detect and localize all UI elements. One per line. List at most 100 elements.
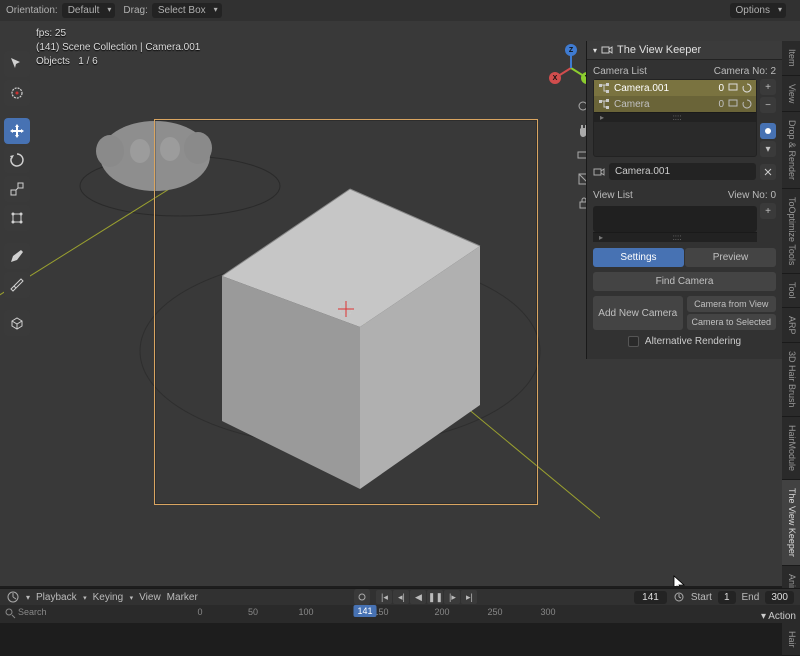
panel-title: The View Keeper [617, 44, 701, 56]
tab-settings[interactable]: Settings [593, 248, 684, 267]
header-bar: Orientation: Default Drag: Select Box Op… [0, 0, 800, 21]
move-tool[interactable] [4, 118, 30, 144]
camera-list-label: Camera List [593, 66, 647, 77]
drag-label: Drag: [123, 5, 147, 16]
drag-dropdown[interactable]: Select Box [152, 3, 222, 18]
camera-row[interactable]: Camera.001 0 [594, 80, 756, 96]
tick-label: 250 [487, 607, 502, 617]
view-list-label: View List [593, 190, 633, 201]
add-view-button[interactable]: + [760, 203, 776, 219]
vtab-view[interactable]: View [782, 76, 800, 112]
timeline: ▾ Playback Keying View Marker |◂ ◂| ◀ ❚❚… [0, 588, 800, 622]
orientation-dropdown[interactable]: Default [62, 3, 116, 18]
view-no-label: View No: [728, 190, 768, 201]
tick-label: 50 [248, 607, 258, 617]
camera-icon [593, 166, 605, 178]
timeline-editor-icon[interactable] [6, 590, 20, 604]
screen-icon[interactable] [728, 99, 738, 109]
action-dropdown[interactable]: ▾ Action [761, 611, 796, 622]
hierarchy-icon [598, 82, 610, 94]
scale-tool[interactable] [4, 176, 30, 202]
camera-count: 0 [718, 99, 724, 110]
vtab-hairmodule[interactable]: HairModule [782, 417, 800, 480]
start-label: Start [691, 592, 712, 603]
camera-frame-outline [154, 119, 538, 505]
add-cube-tool[interactable] [4, 310, 30, 336]
find-camera-button[interactable]: Find Camera [593, 272, 776, 291]
gizmo-x-icon[interactable]: X [549, 72, 561, 84]
tab-preview[interactable]: Preview [685, 248, 776, 267]
start-frame-field[interactable]: 1 [718, 591, 736, 604]
search-icon[interactable] [4, 607, 16, 619]
add-camera-button[interactable]: + [760, 79, 776, 95]
jump-start-button[interactable]: |◂ [376, 590, 392, 604]
playback-menu[interactable]: Playback [36, 592, 87, 603]
clock-icon[interactable] [673, 591, 685, 603]
alternative-rendering-checkbox[interactable]: Alternative Rendering [593, 336, 776, 347]
camera-count: 0 [718, 83, 724, 94]
search-field[interactable]: Search [18, 607, 47, 617]
vtab-viewkeeper[interactable]: The View Keeper [782, 480, 800, 566]
vtab-drop-render[interactable]: Drop & Render [782, 112, 800, 189]
options-dropdown[interactable]: Options [730, 3, 786, 18]
measure-tool[interactable] [4, 272, 30, 298]
vtab-tool[interactable]: Tool [782, 274, 800, 308]
vtab-hair[interactable]: Hair [782, 623, 800, 656]
view-keeper-panel: ▾ The View Keeper Camera List Camera No:… [586, 41, 782, 359]
camera-name: Camera [614, 99, 650, 110]
add-new-camera-button[interactable]: Add New Camera [593, 296, 683, 330]
chevron-down-icon: ▾ [593, 46, 597, 55]
alt-rendering-label: Alternative Rendering [645, 336, 741, 347]
vtab-item[interactable]: Item [782, 41, 800, 76]
current-frame-field[interactable]: 141 [634, 591, 667, 604]
sync-button[interactable] [760, 123, 776, 139]
camera-icon [601, 44, 613, 56]
camera-to-selected-button[interactable]: Camera to Selected [687, 314, 777, 330]
cursor-tool[interactable] [4, 80, 30, 106]
view-no-value: 0 [770, 190, 776, 201]
view-list[interactable] [593, 206, 757, 232]
keying-menu[interactable]: Keying [93, 592, 134, 603]
tick-label: 100 [298, 607, 313, 617]
tweak-tool[interactable] [4, 51, 30, 77]
panel-header[interactable]: ▾ The View Keeper [587, 41, 782, 60]
camera-name: Camera.001 [614, 83, 669, 94]
auto-key-button[interactable] [354, 589, 370, 605]
pause-button[interactable]: ❚❚ [427, 590, 443, 604]
end-label: End [742, 592, 760, 603]
vtab-3dhairbrush[interactable]: 3D Hair Brush [782, 343, 800, 417]
camera-from-view-button[interactable]: Camera from View [687, 296, 777, 312]
camera-list[interactable]: Camera.001 0 Camera 0 ▸:::: [593, 79, 757, 157]
hierarchy-icon [598, 98, 610, 110]
left-toolbar [2, 47, 31, 340]
current-camera-field[interactable]: Camera.001 [609, 163, 756, 180]
delete-camera-button[interactable] [760, 164, 776, 180]
view-menu[interactable]: View [139, 592, 161, 603]
tick-label: 300 [540, 607, 555, 617]
gizmo-z-icon[interactable]: Z [565, 44, 577, 56]
mouse-cursor-icon [673, 575, 687, 586]
vtab-tooptimize[interactable]: ToOptimize Tools [782, 189, 800, 274]
play-reverse-button[interactable]: ◀ [410, 590, 426, 604]
tick-label: 0 [197, 607, 202, 617]
rotate-tool[interactable] [4, 147, 30, 173]
marker-menu[interactable]: Marker [167, 592, 198, 603]
vtab-arp[interactable]: ARP [782, 308, 800, 344]
camera-no-value: 2 [770, 66, 776, 77]
camera-row[interactable]: Camera 0 [594, 96, 756, 112]
jump-end-button[interactable]: ▸| [461, 590, 477, 604]
playhead[interactable]: 141 [353, 605, 376, 617]
annotate-tool[interactable] [4, 243, 30, 269]
playback-controls: |◂ ◂| ◀ ❚❚ |▸ ▸| [376, 590, 477, 604]
next-key-button[interactable]: |▸ [444, 590, 460, 604]
screen-icon[interactable] [728, 83, 738, 93]
refresh-icon[interactable] [742, 83, 752, 93]
checkbox-icon [628, 336, 639, 347]
timeline-ruler[interactable]: Search 0 50 100 150 200 250 300 141 ▾ Ac… [0, 605, 800, 623]
refresh-icon[interactable] [742, 99, 752, 109]
transform-tool[interactable] [4, 205, 30, 231]
end-frame-field[interactable]: 300 [765, 591, 794, 604]
remove-camera-button[interactable]: − [760, 97, 776, 113]
more-menu-button[interactable]: ▾ [760, 141, 776, 157]
prev-key-button[interactable]: ◂| [393, 590, 409, 604]
